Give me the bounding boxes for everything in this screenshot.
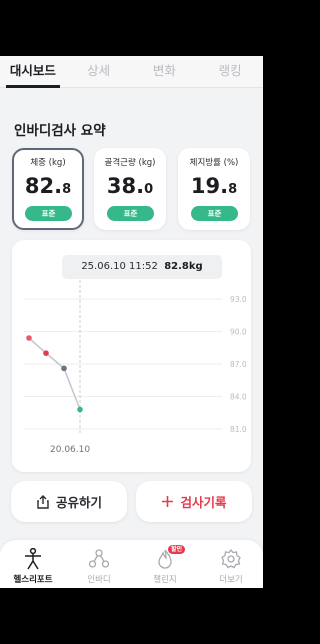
y-tick-label: 84.0 — [230, 393, 247, 402]
stat-value: 19.8 — [190, 174, 238, 198]
tooltip-value: 82.8kg — [164, 261, 203, 272]
y-tick-label: 87.0 — [230, 360, 247, 369]
stat-label: 골격근량 (kg) — [104, 158, 156, 168]
share-label: 공유하기 — [55, 495, 102, 510]
record-button[interactable]: 검사기록 — [136, 481, 252, 522]
body-icon — [25, 548, 41, 570]
status-badge: 표준 — [191, 206, 238, 221]
nav-inbody[interactable]: 인바디 — [66, 540, 132, 588]
section-title: 인바디검사 요약 — [14, 123, 106, 139]
status-badge: 표준 — [107, 206, 154, 221]
weight-series-line — [28, 337, 81, 410]
tab-dashboard[interactable]: 대시보드 — [0, 56, 66, 88]
tab-change[interactable]: 변화 — [132, 56, 198, 87]
stat-label: 체지방률 (%) — [189, 158, 239, 168]
x-tick-label: 20.06.10 — [50, 445, 90, 455]
y-tick-label: 81.0 — [230, 425, 247, 434]
share-button[interactable]: 공유하기 — [11, 481, 127, 522]
nav-label: 헬스리포트 — [13, 575, 53, 585]
app-screen: 대시보드 상세 변화 랭킹 인바디검사 요약 체중 (kg) 82.8 표준 골… — [0, 56, 263, 588]
data-point[interactable] — [77, 406, 83, 413]
plus-icon — [162, 496, 174, 507]
tab-ranking[interactable]: 랭킹 — [197, 56, 263, 87]
data-point[interactable] — [43, 350, 49, 356]
nav-label: 챌린지 — [153, 575, 177, 585]
stat-card-bodyfat[interactable]: 체지방률 (%) 19.8 표준 — [178, 148, 250, 230]
nav-challenge[interactable]: 할인 챌린지 — [132, 540, 198, 588]
sale-badge: 할인 — [168, 545, 186, 554]
nav-more[interactable]: 더보기 — [198, 540, 263, 588]
share-icon — [37, 494, 49, 509]
data-point[interactable] — [61, 365, 67, 372]
tooltip-date: 25.06.10 11:52 — [81, 261, 158, 272]
nav-health-report[interactable]: 헬스리포트 — [0, 540, 66, 588]
stat-value: 38.0 — [106, 174, 154, 198]
y-tick-label: 93.0 — [230, 295, 247, 304]
gear-icon — [221, 548, 241, 569]
stat-label: 체중 (kg) — [30, 158, 66, 168]
y-tick-label: 90.0 — [230, 328, 247, 337]
nav-label: 더보기 — [219, 575, 243, 585]
stat-value: 82.8 — [24, 174, 72, 198]
stat-card-weight[interactable]: 체중 (kg) 82.8 표준 — [12, 148, 84, 230]
inbody-icon — [89, 549, 109, 568]
status-badge: 표준 — [25, 206, 72, 221]
top-tab-bar: 대시보드 상세 변화 랭킹 — [0, 56, 263, 88]
chart-tooltip: 25.06.10 11:52 82.8kg — [62, 255, 222, 279]
bottom-nav: 헬스리포트 인바디 할인 챌린지 더보기 — [0, 540, 263, 588]
data-point[interactable] — [26, 335, 32, 341]
weight-chart-card[interactable]: 93.0 90.0 87.0 84.0 81.0 20.06.10 25.06.10 11… — [12, 240, 251, 472]
nav-label: 인바디 — [87, 575, 111, 585]
tab-detail[interactable]: 상세 — [66, 56, 132, 87]
stat-card-muscle[interactable]: 골격근량 (kg) 38.0 표준 — [94, 148, 166, 230]
record-label: 검사기록 — [180, 495, 227, 510]
